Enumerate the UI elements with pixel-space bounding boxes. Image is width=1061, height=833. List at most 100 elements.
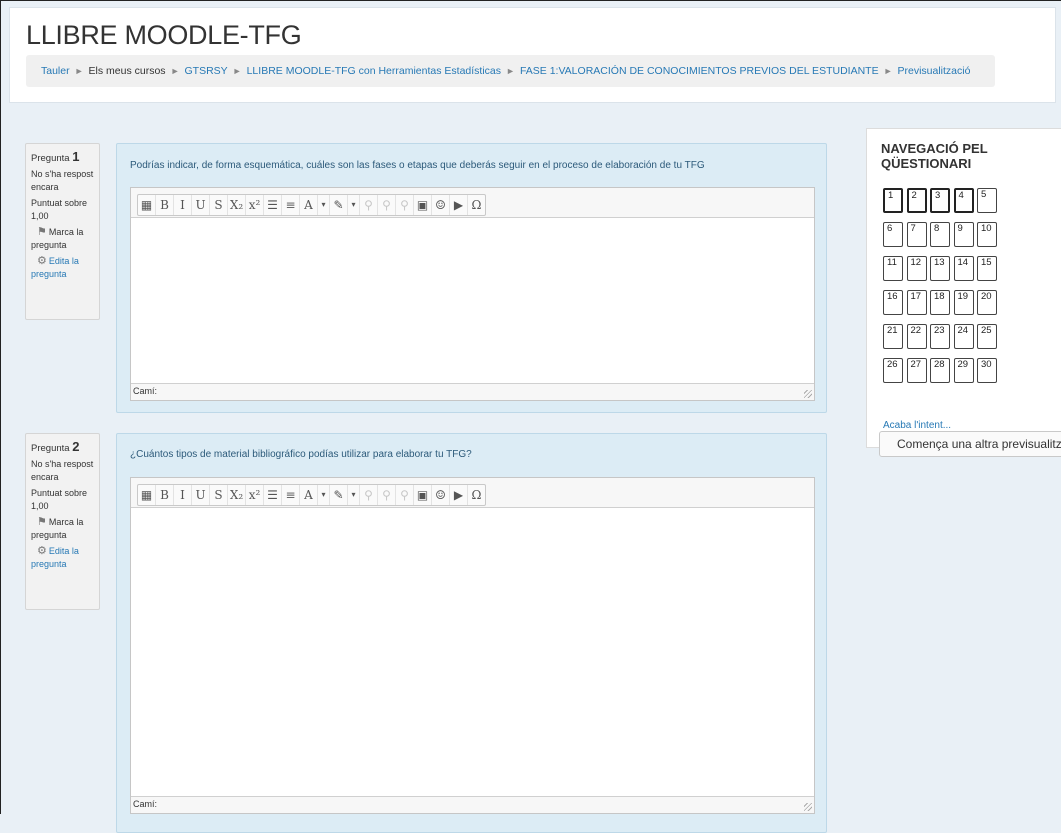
quiz-nav-question-button[interactable]: 5 bbox=[977, 188, 997, 213]
quiz-nav-question-button[interactable]: 26 bbox=[883, 358, 903, 383]
breadcrumb-separator: ► bbox=[506, 66, 515, 76]
text-color-icon[interactable]: A bbox=[300, 194, 318, 215]
image-icon[interactable]: ▣ bbox=[414, 484, 432, 505]
quiz-nav-question-button[interactable]: 17 bbox=[906, 290, 927, 315]
strikethrough-icon[interactable]: S bbox=[210, 484, 228, 505]
flag-question-link[interactable]: ⚑ Marca la pregunta bbox=[31, 516, 95, 542]
background-color-icon[interactable]: ✎ bbox=[330, 194, 348, 215]
numbered-list-icon[interactable]: ≡ bbox=[282, 194, 300, 215]
text-color-dropdown-icon[interactable]: ▾ bbox=[318, 194, 330, 215]
quiz-nav-question-button[interactable]: 4 bbox=[953, 188, 974, 213]
edit-question-link[interactable]: ⚙ Edita la pregunta bbox=[31, 255, 95, 281]
quiz-nav-question-button[interactable]: 14 bbox=[953, 256, 974, 281]
breadcrumb-item[interactable]: GTSRSY bbox=[184, 65, 227, 77]
quiz-nav-question-button[interactable]: 28 bbox=[930, 358, 950, 383]
answer-textarea[interactable] bbox=[131, 508, 814, 797]
question-status: No s'ha respost encara bbox=[31, 169, 94, 192]
text-color-icon[interactable]: A bbox=[300, 484, 318, 505]
quiz-nav-question-button[interactable]: 25 bbox=[977, 324, 997, 349]
quiz-nav-question-button[interactable]: 2 bbox=[906, 188, 927, 213]
flag-icon: ⚑ bbox=[37, 516, 47, 528]
subscript-icon[interactable]: X₂ bbox=[228, 194, 246, 215]
toggle-toolbar-icon[interactable]: ▦ bbox=[138, 484, 156, 505]
gear-icon: ⚙ bbox=[37, 255, 47, 267]
bullet-list-icon[interactable]: ☰ bbox=[264, 194, 282, 215]
quiz-nav-question-button[interactable]: 9 bbox=[953, 222, 974, 247]
toggle-toolbar-icon[interactable]: ▦ bbox=[138, 194, 156, 215]
strikethrough-icon[interactable]: S bbox=[210, 194, 228, 215]
breadcrumb-separator: ► bbox=[74, 66, 84, 76]
quiz-nav-question-button[interactable]: 21 bbox=[883, 324, 903, 349]
numbered-list-icon[interactable]: ≡ bbox=[282, 484, 300, 505]
underline-icon[interactable]: U bbox=[192, 484, 210, 505]
background-color-icon[interactable]: ✎ bbox=[330, 484, 348, 505]
question-1-info: Pregunta 1 No s'ha respost encara Puntuat… bbox=[25, 143, 100, 320]
breadcrumb-item[interactable]: Previsualització bbox=[898, 65, 971, 77]
quiz-nav-question-button[interactable]: 8 bbox=[930, 222, 950, 247]
resize-handle-icon[interactable] bbox=[804, 390, 812, 398]
subscript-icon[interactable]: X₂ bbox=[228, 484, 246, 505]
special-char-icon[interactable]: Ω bbox=[468, 485, 485, 505]
quiz-nav-question-button[interactable]: 24 bbox=[953, 324, 974, 349]
quiz-nav-question-button[interactable]: 15 bbox=[977, 256, 997, 281]
italic-icon[interactable]: I bbox=[174, 194, 192, 215]
media-icon[interactable]: ▶ bbox=[450, 194, 468, 215]
quiz-nav-question-button[interactable]: 3 bbox=[930, 188, 950, 213]
underline-icon[interactable]: U bbox=[192, 194, 210, 215]
unlink-icon[interactable]: ⚲ bbox=[378, 484, 396, 505]
superscript-icon[interactable]: x² bbox=[246, 484, 264, 505]
media-icon[interactable]: ▶ bbox=[450, 484, 468, 505]
background-color-dropdown-icon[interactable]: ▾ bbox=[348, 194, 360, 215]
quiz-nav-question-button[interactable]: 10 bbox=[977, 222, 997, 247]
answer-textarea[interactable] bbox=[131, 218, 814, 384]
link-icon[interactable]: ⚲ bbox=[360, 484, 378, 505]
background-color-dropdown-icon[interactable]: ▾ bbox=[348, 484, 360, 505]
quiz-nav-question-button[interactable]: 20 bbox=[977, 290, 997, 315]
flag-question-link[interactable]: ⚑ Marca la pregunta bbox=[31, 226, 95, 252]
site-title[interactable]: LLIBRE MOODLE-TFG bbox=[26, 20, 302, 51]
link-icon[interactable]: ⚲ bbox=[360, 194, 378, 215]
breadcrumb-item[interactable]: FASE 1:VALORACIÓN DE CONOCIMIENTOS PREVI… bbox=[520, 65, 879, 77]
quiz-nav-question-button[interactable]: 11 bbox=[883, 256, 903, 281]
image-icon[interactable]: ▣ bbox=[414, 194, 432, 215]
unlink-icon[interactable]: ⚲ bbox=[378, 194, 396, 215]
quiz-nav-question-button[interactable]: 12 bbox=[906, 256, 927, 281]
start-new-preview-button[interactable]: Comença una altra previsualització bbox=[879, 431, 1061, 457]
quiz-nav-question-button[interactable]: 23 bbox=[930, 324, 950, 349]
quiz-nav-question-button[interactable]: 22 bbox=[906, 324, 927, 349]
bold-icon[interactable]: B bbox=[156, 194, 174, 215]
special-char-icon[interactable]: Ω bbox=[468, 195, 485, 215]
emoticon-icon[interactable]: ☺ bbox=[432, 194, 450, 215]
quiz-nav-question-button[interactable]: 7 bbox=[906, 222, 927, 247]
question-text: Podrías indicar, de forma esquemática, c… bbox=[130, 160, 705, 171]
finish-attempt-link[interactable]: Acaba l'intent... bbox=[883, 420, 951, 431]
quiz-nav-question-button[interactable]: 30 bbox=[977, 358, 997, 383]
quiz-nav-question-button[interactable]: 16 bbox=[883, 290, 903, 315]
bullet-list-icon[interactable]: ☰ bbox=[264, 484, 282, 505]
breadcrumb-item[interactable]: LLIBRE MOODLE-TFG con Herramientas Estad… bbox=[247, 65, 501, 77]
breadcrumb-separator: ► bbox=[883, 66, 893, 76]
quiz-nav-question-button[interactable]: 6 bbox=[883, 222, 903, 247]
editor-toolbar: ▦ B I U S X₂ x² ☰ ≡ A ▾ ✎ ▾ ⚲ ⚲ ⚲ ▣ ☺ ▶ Ω bbox=[131, 188, 814, 218]
quiz-nav-question-button[interactable]: 18 bbox=[930, 290, 950, 315]
breadcrumb-item[interactable]: Tauler bbox=[41, 65, 70, 77]
question-2-content: ¿Cuántos tipos de material bibliográfico… bbox=[116, 433, 827, 833]
question-number: Pregunta 1 bbox=[31, 149, 80, 164]
edit-question-link[interactable]: ⚙ Edita la pregunta bbox=[31, 545, 95, 571]
superscript-icon[interactable]: x² bbox=[246, 194, 264, 215]
quiz-nav-question-button[interactable]: 29 bbox=[953, 358, 974, 383]
quiz-nav-question-button[interactable]: 19 bbox=[953, 290, 974, 315]
quiz-nav-question-button[interactable]: 27 bbox=[906, 358, 927, 383]
text-color-dropdown-icon[interactable]: ▾ bbox=[318, 484, 330, 505]
emoticon-icon[interactable]: ☺ bbox=[432, 484, 450, 505]
bold-icon[interactable]: B bbox=[156, 484, 174, 505]
question-2-info: Pregunta 2 No s'ha respost encara Puntuat… bbox=[25, 433, 100, 610]
quiz-nav-question-button[interactable]: 1 bbox=[883, 188, 903, 213]
anchor-icon[interactable]: ⚲ bbox=[396, 194, 414, 215]
quiz-nav-question-button[interactable]: 13 bbox=[930, 256, 950, 281]
answer-editor: ▦ B I U S X₂ x² ☰ ≡ A ▾ ✎ ▾ ⚲ ⚲ ⚲ ▣ ☺ ▶ Ω Camí: bbox=[130, 187, 815, 401]
italic-icon[interactable]: I bbox=[174, 484, 192, 505]
resize-handle-icon[interactable] bbox=[804, 803, 812, 811]
breadcrumb-item[interactable]: Els meus cursos bbox=[89, 65, 166, 77]
anchor-icon[interactable]: ⚲ bbox=[396, 484, 414, 505]
